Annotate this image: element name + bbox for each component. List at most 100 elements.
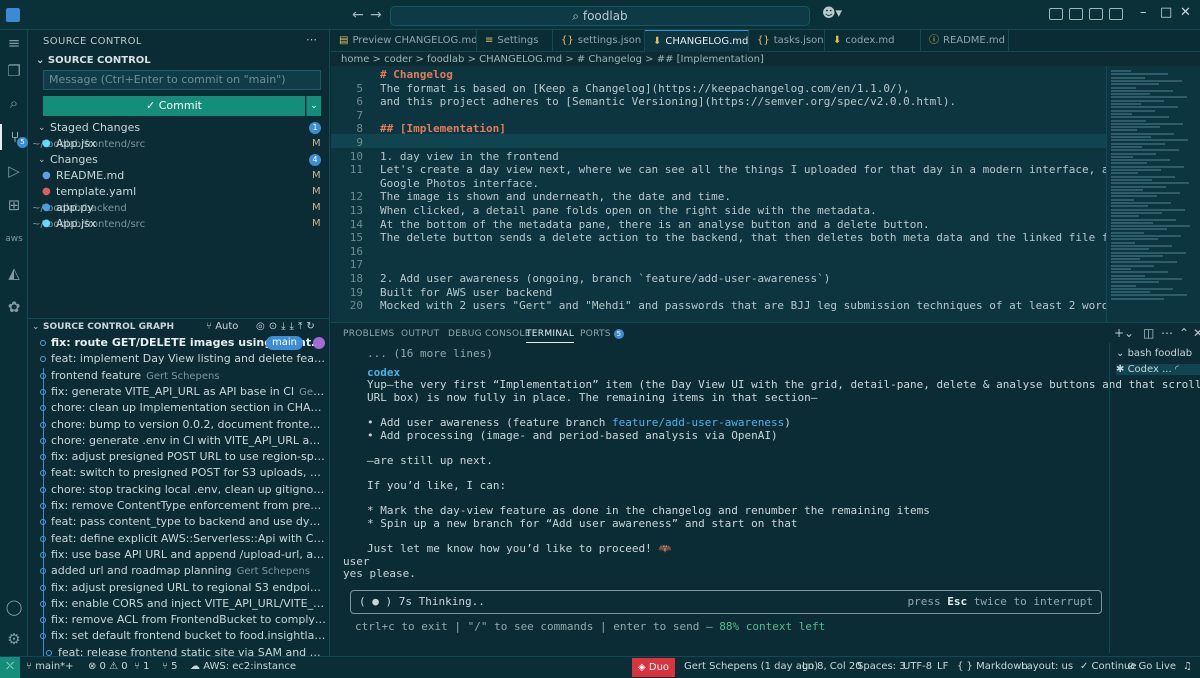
- remote-indicator-icon[interactable]: ⤬: [0, 657, 20, 678]
- indentation[interactable]: Spaces: 3: [857, 657, 906, 677]
- openai-icon[interactable]: ✿: [0, 294, 28, 320]
- graph-commit-row[interactable]: added url and roadmap planning Gert Schep…: [28, 563, 330, 579]
- tab-settings[interactable]: ≡ Settings: [477, 30, 553, 52]
- interrupt-hint: press Esc twice to interrupt: [908, 591, 1093, 613]
- manage-gear-icon[interactable]: ⚙: [0, 626, 28, 652]
- command-center-search[interactable]: ⌕ foodlab: [390, 6, 810, 26]
- info-icon: ●: [42, 170, 51, 181]
- secondary-sidebar-icon[interactable]: [1089, 8, 1103, 20]
- graph-commit-row[interactable]: chore: stop tracking local .env, clean u…: [28, 482, 330, 498]
- more-icon[interactable]: ⋯: [1161, 326, 1173, 340]
- commit-dropdown-button[interactable]: ⌄: [306, 96, 321, 116]
- file-item[interactable]: ● template.yaml M: [28, 184, 330, 200]
- end-of-line[interactable]: LF: [937, 657, 948, 677]
- close-panel-icon[interactable]: ✕: [1193, 326, 1200, 340]
- tab-readme-md[interactable]: ⓘREADME.mdM: [921, 30, 1009, 52]
- commit-message: added url and roadmap planning Gert Schep…: [51, 563, 326, 579]
- aws-icon[interactable]: aws: [0, 226, 28, 252]
- breadcrumb[interactable]: home > coder > foodlab > CHANGELOG.md > …: [341, 54, 764, 65]
- menu-icon[interactable]: ≡: [0, 30, 28, 56]
- tab-codex-md[interactable]: ⬇ codex.md: [825, 30, 921, 52]
- copilot-icon[interactable]: ☻▾: [822, 6, 842, 21]
- graph-commit-row[interactable]: fix: remove ContentType enforcement from…: [28, 498, 330, 514]
- info-indicator[interactable]: ⑂ 1: [134, 657, 150, 677]
- language-mode[interactable]: { } Markdown: [957, 657, 1028, 677]
- keyboard-layout[interactable]: Layout: us: [1021, 657, 1073, 677]
- minimap[interactable]: [1106, 66, 1200, 322]
- run-debug-icon[interactable]: ▷: [0, 158, 28, 184]
- explorer-icon[interactable]: ❐: [0, 58, 28, 84]
- graph-commit-row[interactable]: fix: set default frontend bucket to food…: [28, 628, 330, 644]
- graph-commit-row[interactable]: feat: switch to presigned POST for S3 up…: [28, 465, 330, 481]
- graph-commit-row[interactable]: fix: generate VITE_API_URL as API base i…: [28, 384, 330, 400]
- terminal-item-codex[interactable]: ✱ Codex ... ◜: [1116, 364, 1200, 375]
- code-editor[interactable]: # Changelog 5 The format is based on [Keep…: [331, 66, 1175, 322]
- layout-toggle-icon[interactable]: [1049, 8, 1063, 20]
- cursor-position[interactable]: Ln 8, Col 20: [802, 657, 862, 677]
- graph-commit-row[interactable]: fix: enable CORS and inject VITE_API_URL…: [28, 596, 330, 612]
- account-icon[interactable]: ◯: [0, 594, 28, 620]
- graph-commit-row[interactable]: chore: clean up Implementation section i…: [28, 400, 330, 416]
- file-item[interactable]: ● app.py ~/foodlab/backend M: [28, 200, 330, 216]
- new-terminal-icon[interactable]: +⌄: [1114, 326, 1134, 340]
- git-blame[interactable]: Gert Schepens (1 day ago): [684, 657, 818, 677]
- tab-output[interactable]: OUTPUT: [401, 329, 439, 339]
- more-actions-icon[interactable]: ⋯: [306, 33, 317, 46]
- minimize-icon[interactable]: –: [1140, 5, 1147, 20]
- extensions-icon[interactable]: ⊞: [0, 192, 28, 218]
- search-icon[interactable]: ⌕: [0, 90, 28, 116]
- tab-tasks-json[interactable]: {} tasks.json: [749, 30, 825, 52]
- maximize-icon[interactable]: □: [1160, 5, 1172, 20]
- commit-button[interactable]: ✓ Commit: [43, 96, 305, 116]
- duo-indicator[interactable]: ◈ Duo: [632, 658, 676, 677]
- staged-changes-header[interactable]: ⌄ Staged Changes 1: [28, 120, 330, 136]
- graph-commit-row[interactable]: fix: use base API URL and append /upload…: [28, 547, 330, 563]
- tab-ports[interactable]: PORTS 5: [580, 329, 624, 339]
- tab-problems[interactable]: PROBLEMS: [343, 329, 395, 339]
- notifications-bell-icon[interactable]: ♫: [1183, 657, 1192, 677]
- tab-preview-changelog-md[interactable]: ▤ Preview CHANGELOG.md: [331, 30, 477, 52]
- ports-indicator[interactable]: ⑂ 5: [162, 657, 178, 677]
- split-terminal-icon[interactable]: ◫: [1143, 326, 1154, 340]
- minimap-line: [1111, 225, 1190, 228]
- graph-commit-row[interactable]: fix: route GET/DELETE images using event…: [28, 335, 330, 351]
- graph-commit-row[interactable]: feat: implement Day View listing and del…: [28, 351, 330, 367]
- forward-arrow-icon[interactable]: →: [370, 7, 382, 23]
- file-item[interactable]: ● README.md M: [28, 168, 330, 184]
- close-icon[interactable]: ✕: [1180, 5, 1191, 20]
- terminal-item-bash[interactable]: ⌄ bash foodlab: [1116, 348, 1192, 359]
- back-arrow-icon[interactable]: ←: [352, 7, 364, 23]
- graph-commit-row[interactable]: fix: remove ACL from FrontendBucket to c…: [28, 612, 330, 628]
- commit-message-input[interactable]: Message (Ctrl+Enter to commit on "main"): [43, 70, 321, 90]
- go-live-button[interactable]: ⊘ Go Live: [1127, 657, 1176, 677]
- encoding[interactable]: UTF-8: [903, 657, 932, 677]
- graph-header[interactable]: ⌄ SOURCE CONTROL GRAPH ⑂ Auto ◎⊙⤓⤓⤒↻: [28, 318, 330, 336]
- graph-auto-toggle[interactable]: ⑂ Auto: [206, 319, 238, 335]
- gitlab-icon[interactable]: ◭: [0, 260, 28, 286]
- tab-terminal[interactable]: TERMINAL: [526, 329, 575, 343]
- graph-commit-row[interactable]: fix: adjust presigned POST URL to use re…: [28, 449, 330, 465]
- graph-actions-icons[interactable]: ◎⊙⤓⤓⤒↻: [256, 319, 319, 335]
- commit-text: fix: set default frontend bucket to food…: [51, 629, 326, 643]
- tab-debug-console[interactable]: DEBUG CONSOLE: [448, 329, 531, 339]
- aws-indicator[interactable]: ☁ AWS: ec2:instance: [190, 657, 296, 677]
- graph-commit-row[interactable]: fix: adjust presigned URL to regional S3…: [28, 580, 330, 596]
- customize-layout-icon[interactable]: [1109, 8, 1123, 20]
- tab-settings-json[interactable]: {} settings.json: [553, 30, 645, 52]
- changes-header[interactable]: ⌄ Changes 4: [28, 152, 330, 168]
- file-name: template.yaml: [56, 185, 137, 198]
- graph-commit-row[interactable]: chore: bump to version 0.0.2, document f…: [28, 417, 330, 433]
- source-control-icon[interactable]: ⑂ 5: [0, 124, 28, 150]
- file-item[interactable]: ● App.jsx ~/foodlab/frontend/src M: [28, 216, 330, 232]
- file-item[interactable]: ● App.jsx ~/foodlab/frontend/src M: [28, 136, 330, 152]
- tab-changelog-md[interactable]: ⬇CHANGELOG.md×: [645, 30, 749, 52]
- graph-commit-row[interactable]: frontend feature Gert Schepens: [28, 368, 330, 384]
- branch-indicator[interactable]: ⑂ main*+: [26, 657, 74, 677]
- panel-toggle-icon[interactable]: [1069, 8, 1083, 20]
- graph-commit-row[interactable]: feat: pass content_type to backend and u…: [28, 514, 330, 530]
- maximize-panel-icon[interactable]: ⌃: [1179, 326, 1189, 340]
- graph-commit-row[interactable]: feat: define explicit AWS::Serverless::A…: [28, 531, 330, 547]
- graph-commit-row[interactable]: chore: generate .env in CI with VITE_API…: [28, 433, 330, 449]
- problems-indicator[interactable]: ⊗ 0 ⚠ 0: [88, 657, 128, 677]
- source-control-section-header[interactable]: ⌄ SOURCE CONTROL: [36, 55, 151, 66]
